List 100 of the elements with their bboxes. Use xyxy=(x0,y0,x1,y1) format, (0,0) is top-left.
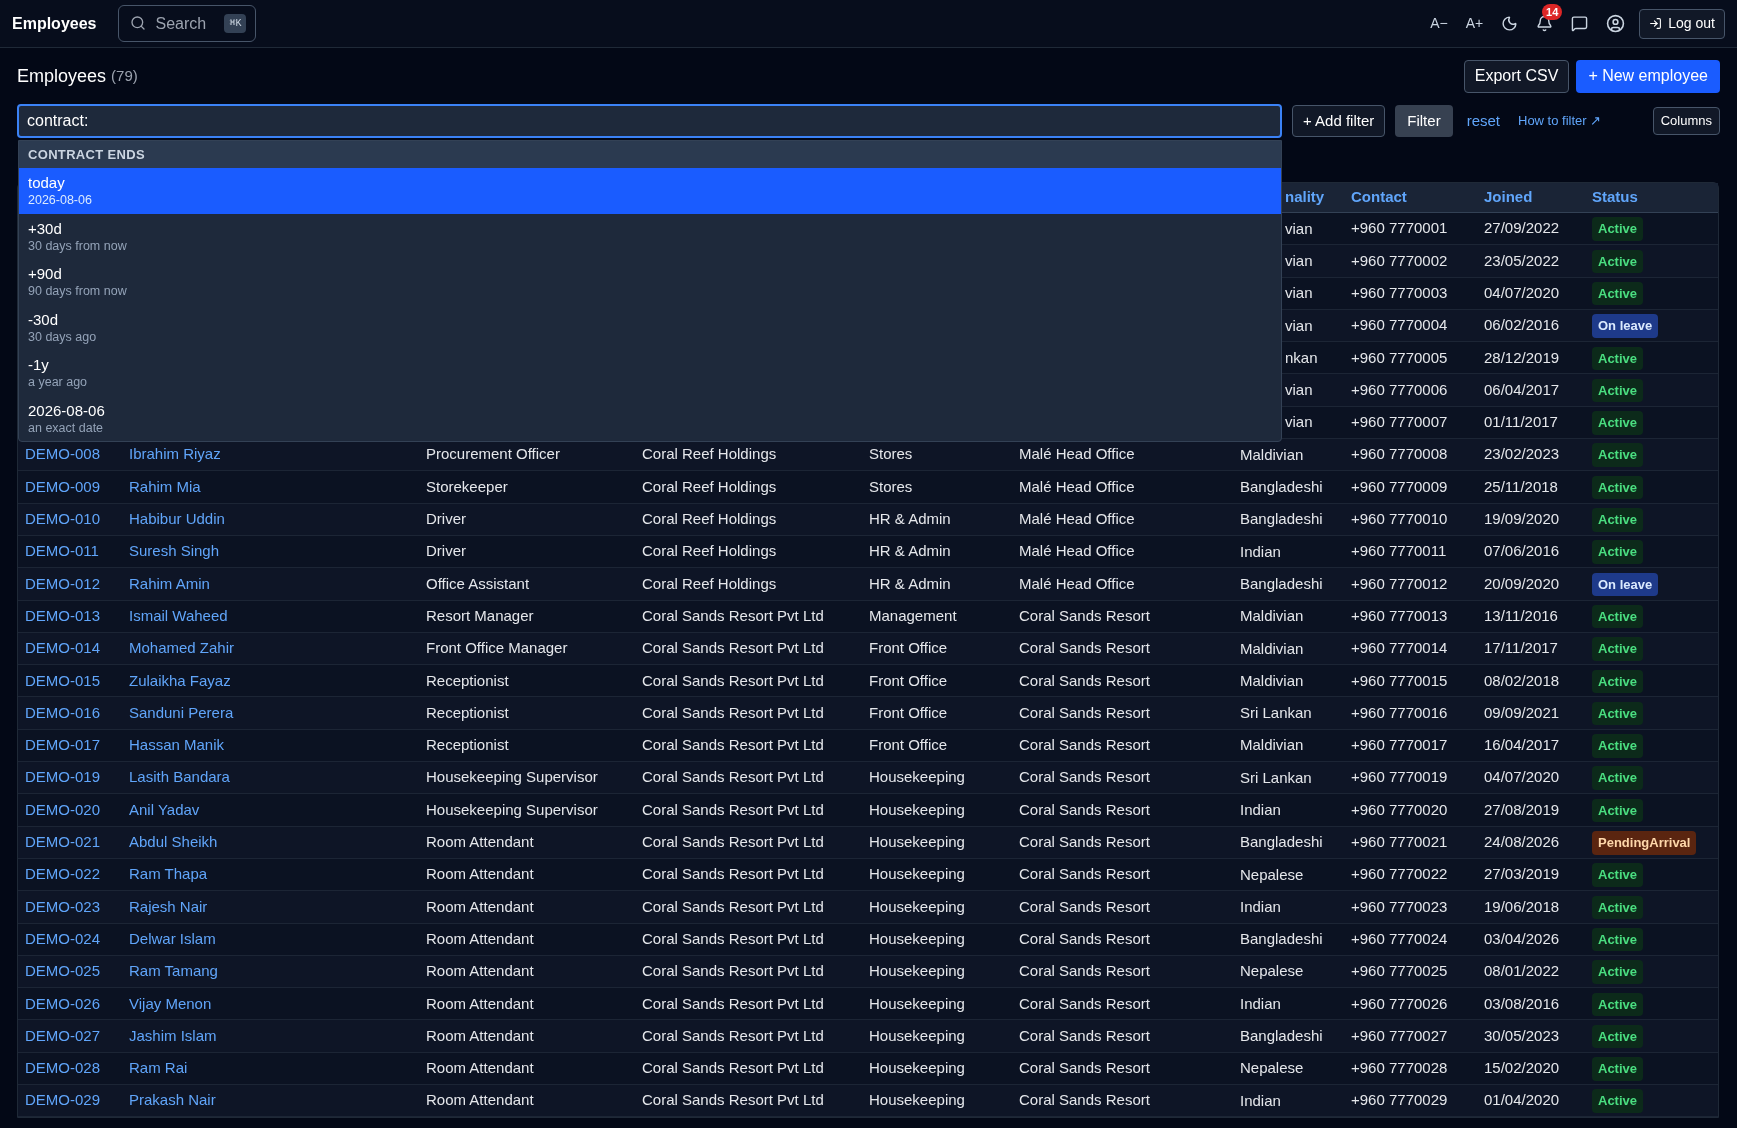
employee-id-link[interactable]: DEMO-009 xyxy=(25,475,129,499)
employee-id-link[interactable]: DEMO-025 xyxy=(25,960,129,983)
joined-cell-text: 16/04/2017 xyxy=(1484,735,1561,756)
reset-link[interactable]: reset xyxy=(1466,109,1500,133)
employee-id-link[interactable]: DEMO-010 xyxy=(25,508,129,531)
dropdown-option[interactable]: +30d 30 days from now xyxy=(19,213,1281,259)
user-icon[interactable] xyxy=(1606,14,1626,33)
nationality-cell: Maldivian xyxy=(1240,445,1304,463)
nationality-cell: vian xyxy=(1285,251,1313,269)
app-title: Employees xyxy=(12,13,97,34)
company-cell-text: Coral Sands Resort Pvt Ltd xyxy=(642,896,825,917)
employee-name-link[interactable]: Ram Tamang xyxy=(129,960,426,983)
employee-name-link[interactable]: Rahim Amin xyxy=(129,572,426,596)
employee-name-link[interactable]: Ram Thapa xyxy=(129,863,426,886)
employee-name-link[interactable]: Lasith Bandara xyxy=(129,766,426,789)
location-cell-text: Coral Sands Resort xyxy=(1019,702,1151,723)
employee-id-link[interactable]: DEMO-008 xyxy=(25,443,129,466)
company-cell-text: Coral Sands Resort Pvt Ltd xyxy=(642,1058,825,1079)
employee-name-link[interactable]: Vijay Menon xyxy=(129,992,426,1015)
employee-id-link[interactable]: DEMO-023 xyxy=(25,895,129,919)
option-label: +90d xyxy=(28,264,63,284)
nationality-cell: Bangladeshi xyxy=(1240,574,1323,592)
employee-name-link[interactable]: Anil Yadav xyxy=(129,798,426,822)
nationality-cell: Bangladeshi xyxy=(1240,510,1323,528)
new-employee-button[interactable]: + New employee xyxy=(1576,59,1720,93)
export-csv-button[interactable]: Export CSV xyxy=(1463,59,1570,93)
dropdown-heading: CONTRACT ENDS xyxy=(19,141,1281,168)
joined-cell-text: 19/06/2018 xyxy=(1484,896,1561,917)
increase-font-button[interactable]: A+ xyxy=(1465,13,1484,34)
employee-id-link[interactable]: DEMO-019 xyxy=(25,766,129,789)
employee-name-link[interactable]: Mohamed Zahir xyxy=(129,637,426,660)
employee-id-link[interactable]: DEMO-013 xyxy=(25,604,129,628)
employee-name-link[interactable]: Rajesh Nair xyxy=(129,895,426,919)
position-cell-text: Room Attendant xyxy=(426,832,535,853)
notifications-icon[interactable] xyxy=(1536,15,1554,32)
status-badge: Active xyxy=(1592,766,1644,790)
nationality-cell: Indian xyxy=(1240,1091,1281,1109)
employee-name-link[interactable]: Habibur Uddin xyxy=(129,508,426,531)
chat-icon[interactable] xyxy=(1571,15,1589,32)
department-cell-text: Front Office xyxy=(869,702,949,723)
employee-name-link[interactable]: Ibrahim Riyaz xyxy=(129,443,426,466)
dropdown-option[interactable]: +90d 90 days from now xyxy=(19,259,1281,305)
employee-name-link[interactable]: Prakash Nair xyxy=(129,1089,426,1112)
status-badge: Active xyxy=(1592,540,1644,564)
employee-name-link[interactable]: Sanduni Perera xyxy=(129,701,426,725)
location-cell-text: Coral Sands Resort xyxy=(1019,799,1151,820)
employee-id-link[interactable]: DEMO-016 xyxy=(25,701,129,725)
employee-id-link[interactable]: DEMO-015 xyxy=(25,669,129,693)
nationality-cell: Maldivian xyxy=(1240,607,1304,625)
employee-id-link[interactable]: DEMO-027 xyxy=(25,1024,129,1048)
employee-id-link[interactable]: DEMO-022 xyxy=(25,863,129,886)
employee-name-link[interactable]: Delwar Islam xyxy=(129,927,426,951)
employee-id-link[interactable]: DEMO-020 xyxy=(25,798,129,822)
position-cell-text: Receptionist xyxy=(426,702,510,723)
filter-field[interactable]: contract: xyxy=(17,104,1282,138)
employee-name-link[interactable]: Jashim Islam xyxy=(129,1024,426,1048)
employee-id-link[interactable]: DEMO-029 xyxy=(25,1089,129,1112)
employee-name-link[interactable]: Suresh Singh xyxy=(129,540,426,563)
decrease-font-button[interactable]: A− xyxy=(1430,13,1448,34)
option-hint: a year ago xyxy=(28,374,89,391)
employee-id-link[interactable]: DEMO-026 xyxy=(25,992,129,1015)
contact-cell-text: +960 7770014 xyxy=(1351,638,1449,659)
dropdown-option[interactable]: today 2026-08-06 xyxy=(19,168,1281,214)
employee-id-link[interactable]: DEMO-024 xyxy=(25,927,129,951)
option-hint: 30 days ago xyxy=(28,328,98,345)
dropdown-option[interactable]: -1y a year ago xyxy=(19,350,1281,396)
employee-id-link[interactable]: DEMO-011 xyxy=(25,540,129,563)
joined-cell-text: 27/08/2019 xyxy=(1484,799,1561,820)
columns-button[interactable]: Columns xyxy=(1652,107,1720,135)
nationality-cell: Bangladeshi xyxy=(1240,930,1323,948)
employee-name-link[interactable]: Ram Rai xyxy=(129,1057,426,1080)
dropdown-option[interactable]: 2026-08-06 an exact date xyxy=(19,395,1281,441)
employee-name-link[interactable]: Hassan Manik xyxy=(129,734,426,757)
employee-id-link[interactable]: DEMO-017 xyxy=(25,734,129,757)
column-header[interactable]: Contact xyxy=(1351,186,1484,209)
option-label: +30d xyxy=(28,218,63,238)
joined-cell-text: 03/04/2026 xyxy=(1484,928,1561,949)
employee-id-link[interactable]: DEMO-014 xyxy=(25,637,129,660)
moon-icon[interactable] xyxy=(1501,15,1519,32)
add-filter-button[interactable]: + Add filter xyxy=(1292,105,1386,137)
option-hint: 30 days from now xyxy=(28,237,128,254)
employee-name-link[interactable]: Abdul Sheikh xyxy=(129,831,426,854)
employee-id-link[interactable]: DEMO-028 xyxy=(25,1057,129,1080)
position-cell-text: Room Attendant xyxy=(426,961,535,982)
employee-name-link[interactable]: Zulaikha Fayaz xyxy=(129,669,426,693)
employee-id-link[interactable]: DEMO-021 xyxy=(25,831,129,854)
employee-id-link[interactable]: DEMO-012 xyxy=(25,572,129,596)
dropdown-option[interactable]: -30d 30 days ago xyxy=(19,304,1281,350)
column-header[interactable]: Joined xyxy=(1484,186,1592,209)
contact-cell-text: +960 7770007 xyxy=(1351,412,1449,433)
company-cell-text: Coral Reef Holdings xyxy=(642,509,778,530)
employee-name-link[interactable]: Ismail Waheed xyxy=(129,604,426,628)
company-cell-text: Coral Sands Resort Pvt Ltd xyxy=(642,1025,825,1046)
company-cell-text: Coral Sands Resort Pvt Ltd xyxy=(642,928,825,949)
column-header[interactable]: Status xyxy=(1592,186,1718,209)
filter-button[interactable]: Filter xyxy=(1395,105,1453,137)
how-to-filter-link[interactable]: How to filter ↗ xyxy=(1518,111,1602,131)
nationality-cell: Maldivian xyxy=(1240,639,1304,657)
logout-button[interactable]: Log out xyxy=(1639,8,1725,39)
employee-name-link[interactable]: Rahim Mia xyxy=(129,475,426,499)
